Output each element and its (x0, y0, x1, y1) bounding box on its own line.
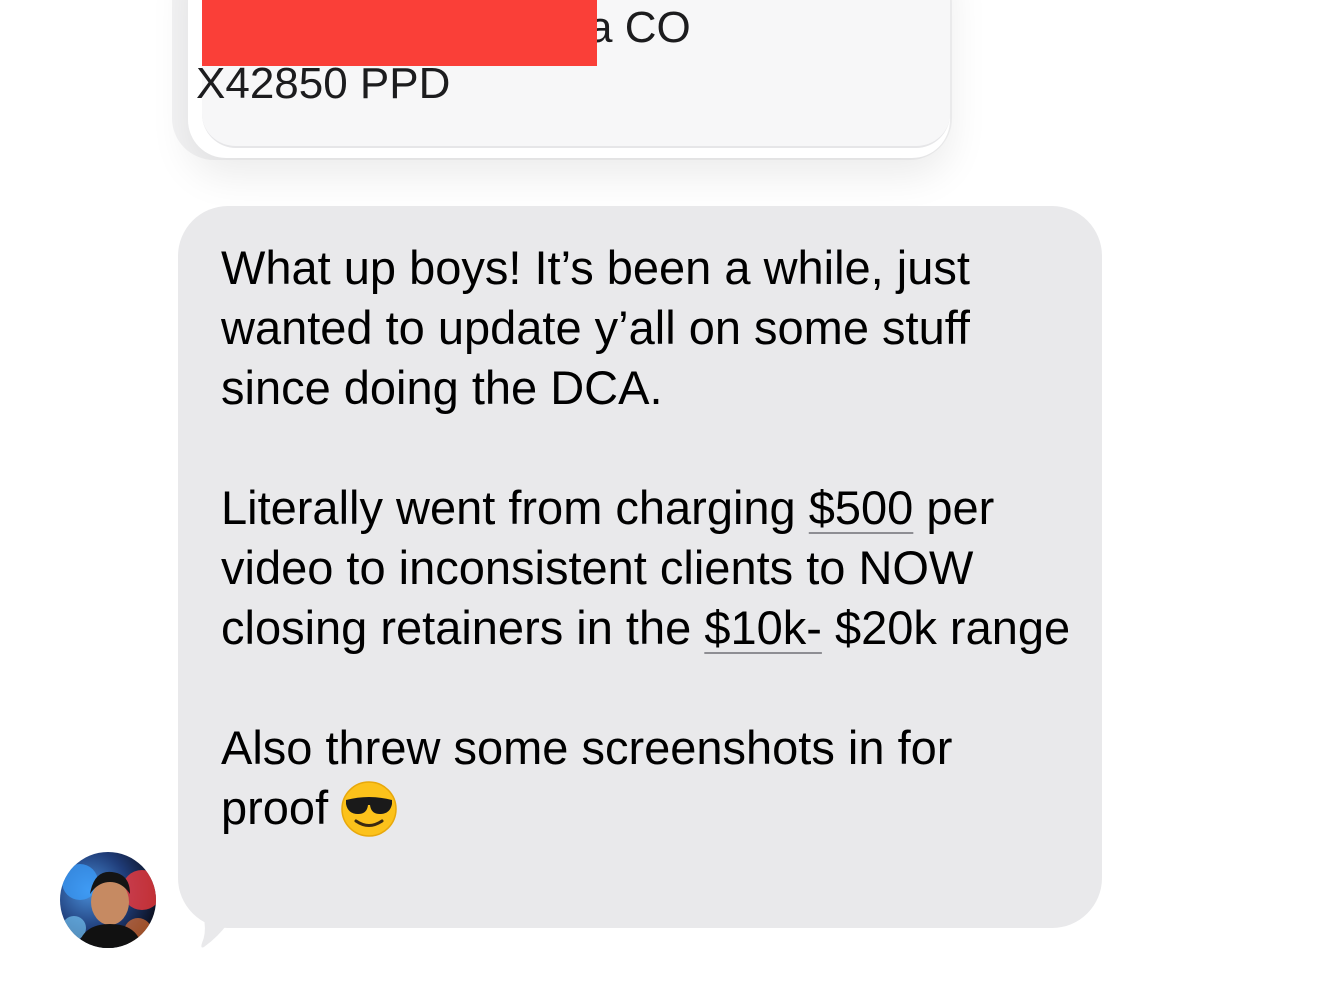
message-text: What up boys! It’s been a while, just wa… (221, 238, 1071, 838)
paragraph-3-text: Also threw some screenshots in for proof (221, 721, 953, 834)
sender-avatar[interactable] (60, 852, 156, 948)
paragraph-2-text-a: Literally went from charging (221, 481, 809, 534)
money-link-500[interactable]: $500 (809, 481, 914, 534)
avatar-portrait (62, 864, 156, 948)
message-paragraph-3: Also threw some screenshots in for proof (221, 718, 1071, 838)
redaction-block (202, 0, 597, 66)
message-paragraph-2: Literally went from charging $500 per vi… (221, 478, 1071, 658)
money-link-10k[interactable]: $10k- (704, 601, 822, 654)
previous-message-line2: X42850 PPD (196, 59, 451, 108)
previous-message-line1: a CO (590, 3, 691, 52)
message-paragraph-1: What up boys! It’s been a while, just wa… (221, 241, 970, 414)
sunglasses-emoji-icon (341, 781, 397, 837)
messages-screen: a CO X42850 PPD What up boys! It’s been … (0, 0, 1320, 983)
paragraph-2-text-c: $20k range (821, 601, 1071, 654)
bubble-tail (196, 895, 240, 948)
